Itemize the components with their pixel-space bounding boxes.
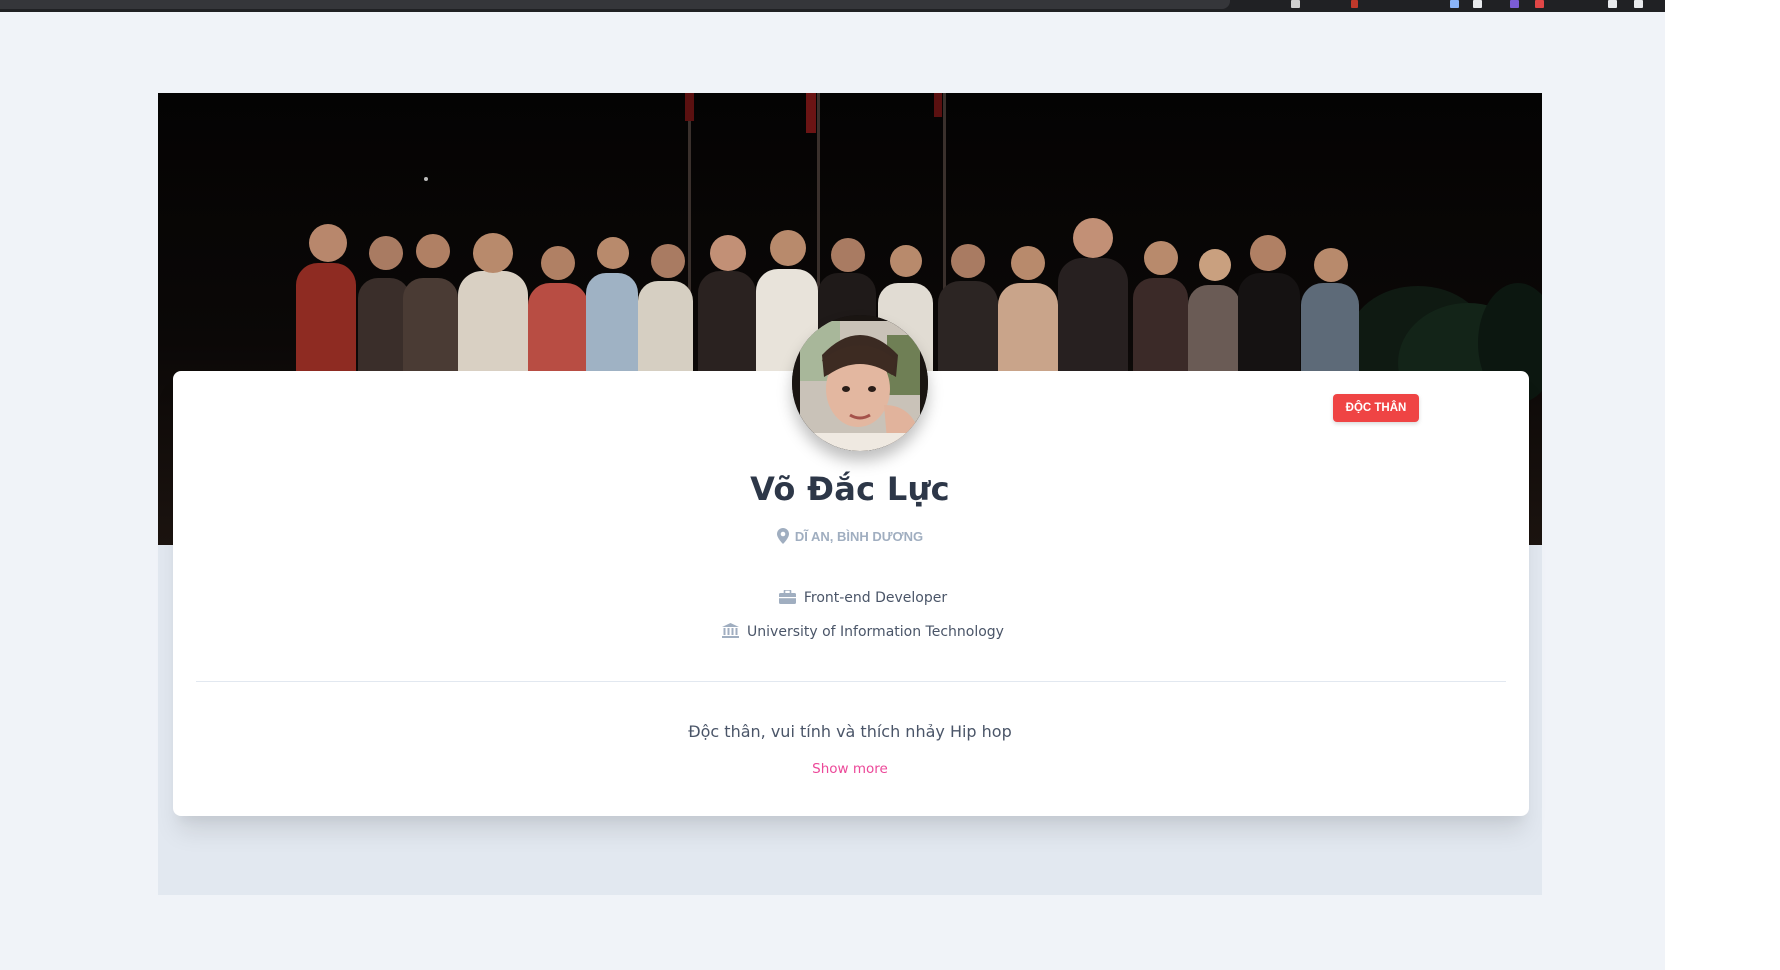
bio-text: Độc thân, vui tính và thích nhảy Hip hop xyxy=(688,722,1012,741)
school-line: University of Information Technology xyxy=(0,623,1665,640)
address-bar[interactable] xyxy=(0,0,1230,9)
map-marker-icon xyxy=(776,528,789,544)
location: DĨ AN, BÌNH DƯƠNG xyxy=(0,528,1665,544)
briefcase-icon xyxy=(778,590,796,604)
job-line: Front-end Developer xyxy=(0,590,1665,606)
show-more-link[interactable]: Show more xyxy=(0,761,1665,777)
location-text: DĨ AN, BÌNH DƯƠNG xyxy=(794,529,924,544)
extension-icon[interactable] xyxy=(1473,0,1482,8)
status-badge: ĐỘC THÂN xyxy=(1333,394,1419,422)
extension-icon[interactable] xyxy=(1450,0,1459,8)
profile-name: Võ Đắc Lực xyxy=(750,470,950,508)
menu-icon[interactable] xyxy=(1634,0,1643,8)
job-text: Front-end Developer xyxy=(803,590,948,606)
extension-icon[interactable] xyxy=(1291,0,1300,8)
extension-icon[interactable] xyxy=(1535,0,1544,8)
page-viewport: ĐỘC THÂN Võ Đắc Lực DĨ AN, BÌNH DƯƠNG Fr… xyxy=(0,0,1665,970)
university-icon xyxy=(722,623,740,638)
avatar-image xyxy=(792,315,928,451)
extension-icon[interactable] xyxy=(1608,0,1617,8)
extension-icon[interactable] xyxy=(1351,0,1358,8)
school-text: University of Information Technology xyxy=(747,624,1004,640)
divider xyxy=(196,681,1506,682)
avatar[interactable] xyxy=(792,315,928,451)
browser-toolbar-strip xyxy=(0,0,1665,12)
extension-icon[interactable] xyxy=(1510,0,1519,8)
